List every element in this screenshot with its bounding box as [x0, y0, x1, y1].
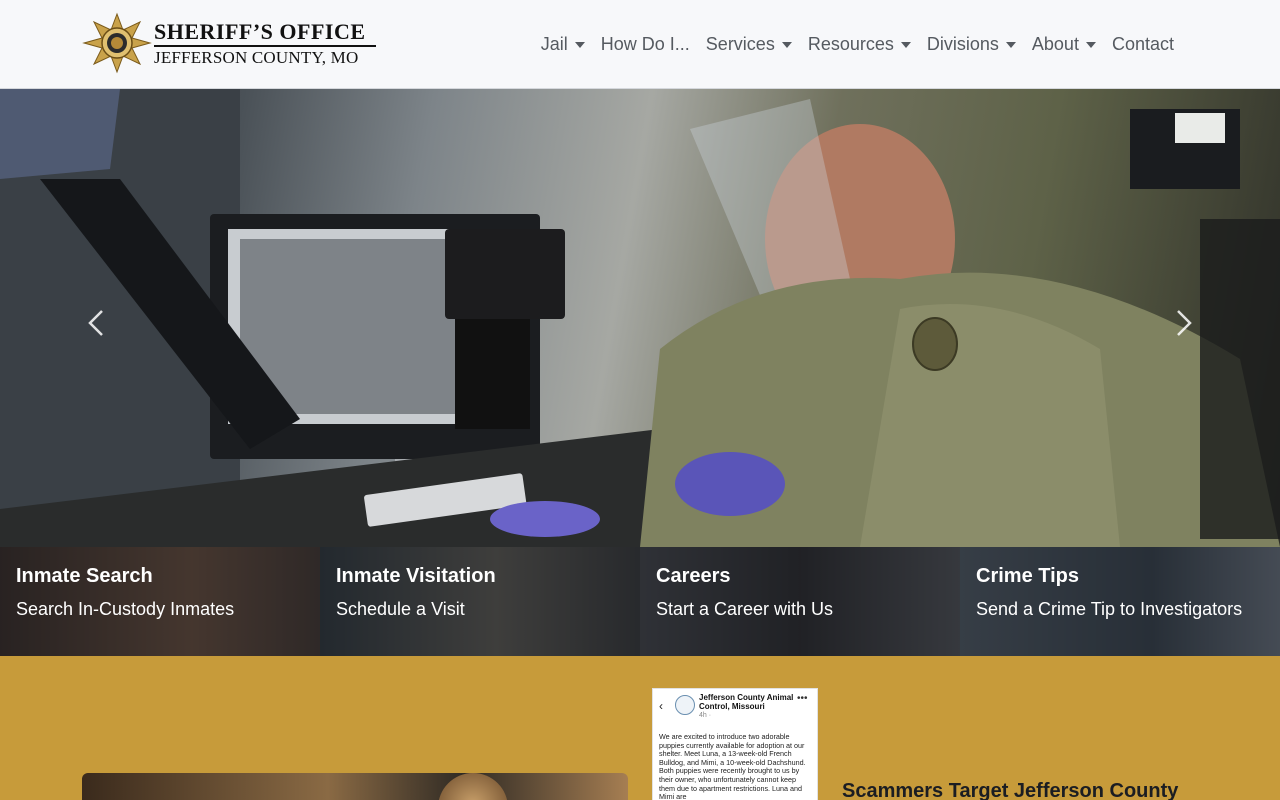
- logo-divider: [154, 44, 376, 47]
- caret-down-icon: [900, 42, 911, 48]
- post-body: We are excited to introduce two adorable…: [659, 732, 806, 800]
- nav-contact-label: Contact: [1111, 33, 1174, 54]
- tile-careers[interactable]: Careers Start a Career with Us: [640, 547, 960, 656]
- caret-down-icon: [1005, 42, 1016, 48]
- caret-down-icon: [781, 42, 792, 48]
- tile-subtitle: Start a Career with Us: [656, 599, 834, 619]
- logo-title: SHERIFF’S OFFICE: [154, 18, 366, 44]
- tile-subtitle: Schedule a Visit: [336, 599, 465, 619]
- nav-services[interactable]: Services: [706, 34, 792, 55]
- site-header: SHERIFF’S OFFICE JEFFERSON COUNTY, MO Ja…: [0, 0, 1280, 89]
- news-photo[interactable]: [82, 773, 628, 800]
- sheriff-star-icon: [82, 12, 152, 74]
- nav-contact[interactable]: Contact: [1112, 34, 1174, 55]
- post-time: 4h ·: [699, 712, 712, 719]
- more-options-icon: •••: [797, 693, 808, 704]
- nav-divisions[interactable]: Divisions: [927, 34, 1016, 55]
- caret-down-icon: [574, 42, 585, 48]
- tile-title: Inmate Visitation: [336, 565, 496, 587]
- nav-about[interactable]: About: [1032, 34, 1096, 55]
- tile-crime-tips[interactable]: Crime Tips Send a Crime Tip to Investiga…: [960, 547, 1280, 656]
- nav-services-label: Services: [705, 33, 775, 54]
- news-headline[interactable]: Scammers Target Jefferson County: [842, 780, 1178, 800]
- chevron-left-icon: [88, 310, 103, 336]
- nav-divisions-label: Divisions: [926, 33, 999, 54]
- quick-links: Inmate Search Search In-Custody Inmates …: [0, 547, 1280, 656]
- chevron-right-icon: [1177, 310, 1192, 336]
- nav-about-label: About: [1031, 33, 1079, 54]
- post-account-name: Jefferson County Animal Control, Missour…: [699, 693, 794, 711]
- tile-inmate-search[interactable]: Inmate Search Search In-Custody Inmates: [0, 547, 320, 656]
- nav-how-do-i[interactable]: How Do I...: [601, 34, 690, 55]
- tile-inmate-visitation[interactable]: Inmate Visitation Schedule a Visit: [320, 547, 640, 656]
- avatar: [675, 695, 695, 715]
- main-nav: Jail How Do I... Services Resources Divi…: [525, 0, 1174, 88]
- tile-subtitle: Search In-Custody Inmates: [16, 599, 235, 619]
- tile-title: Careers: [656, 565, 731, 587]
- caret-down-icon: [1085, 42, 1096, 48]
- carousel-prev-button[interactable]: [82, 303, 112, 343]
- nav-resources[interactable]: Resources: [808, 34, 911, 55]
- back-arrow-icon: ‹: [659, 699, 663, 713]
- microphone-image: [438, 773, 508, 800]
- nav-resources-label: Resources: [807, 33, 894, 54]
- logo-subtitle: JEFFERSON COUNTY, MO: [154, 47, 359, 67]
- carousel-next-button[interactable]: [1168, 303, 1198, 343]
- tile-title: Crime Tips: [976, 565, 1079, 587]
- tile-subtitle: Send a Crime Tip to Investigators: [976, 599, 1243, 619]
- site-logo[interactable]: SHERIFF’S OFFICE JEFFERSON COUNTY, MO: [82, 12, 382, 74]
- hero-image: [0, 89, 1280, 547]
- nav-how-do-i-label: How Do I...: [600, 33, 690, 54]
- hero-carousel: [0, 89, 1280, 547]
- social-post-card[interactable]: ‹ Jefferson County Animal Control, Misso…: [652, 688, 818, 800]
- nav-jail-label: Jail: [540, 33, 568, 54]
- tile-title: Inmate Search: [16, 565, 153, 587]
- nav-jail[interactable]: Jail: [541, 34, 585, 55]
